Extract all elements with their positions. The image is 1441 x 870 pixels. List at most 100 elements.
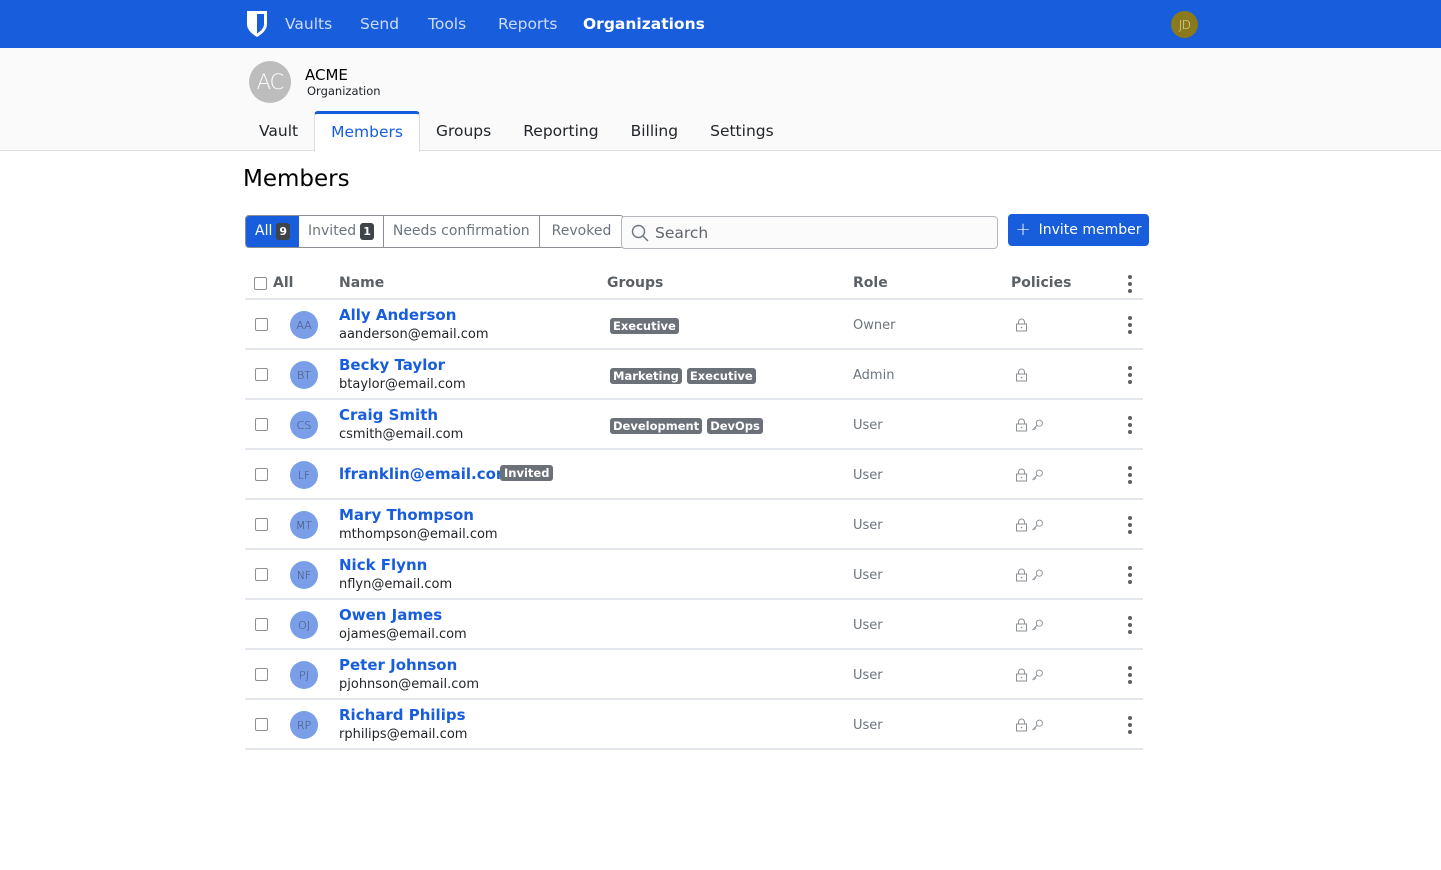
avatar-initials: OJ (298, 618, 310, 632)
member-avatar: AA (290, 311, 318, 339)
count-badge: 9 (276, 223, 291, 240)
org-header: AC ACME Organization Vault Members Group… (0, 48, 1441, 152)
nav-vaults[interactable]: Vaults (285, 15, 332, 33)
avatar-initials: BT (297, 368, 311, 382)
invite-member-label: Invite member (1038, 222, 1142, 238)
table-row: OJ Owen James ojames@email.com User (245, 600, 1143, 650)
status-filter: All 9 Invited 1 Needs confirmation Revok… (245, 215, 625, 248)
member-avatar: LF (290, 461, 318, 489)
lock-icon (1016, 368, 1027, 382)
org-avatar: AC (249, 61, 291, 103)
key-icon (1032, 669, 1043, 681)
row-actions-menu-icon[interactable] (1125, 463, 1135, 487)
row-actions-menu-icon[interactable] (1125, 713, 1135, 737)
member-name-link[interactable]: Nick Flynn (339, 556, 427, 574)
header-name[interactable]: Name (339, 275, 384, 291)
avatar-initials: MT (295, 518, 313, 532)
row-actions-menu-icon[interactable] (1125, 513, 1135, 537)
row-checkbox[interactable] (255, 468, 268, 481)
tab-reporting[interactable]: Reporting (507, 111, 614, 151)
key-icon (1032, 469, 1043, 481)
member-name-link[interactable]: Richard Philips (339, 706, 466, 724)
member-name-link[interactable]: Becky Taylor (339, 356, 445, 374)
filter-invited[interactable]: Invited 1 (299, 216, 384, 247)
member-email: btaylor@email.com (339, 377, 466, 392)
invite-member-button[interactable]: + Invite member (1008, 214, 1149, 246)
lock-icon (1016, 568, 1027, 582)
nav-organizations[interactable]: Organizations (583, 15, 705, 33)
member-email: rphilips@email.com (339, 727, 468, 742)
row-checkbox[interactable] (255, 718, 268, 731)
filter-all[interactable]: All 9 (246, 216, 300, 247)
tab-vault[interactable]: Vault (243, 111, 314, 151)
invited-badge: Invited (500, 465, 554, 481)
row-actions-menu-icon[interactable] (1125, 563, 1135, 587)
members-table: All Name Groups Role Policies AA Ally An… (245, 266, 1143, 750)
filter-needs-confirmation[interactable]: Needs confirmation (383, 216, 540, 247)
row-actions-menu-icon[interactable] (1125, 363, 1135, 387)
header-policies: Policies (1011, 275, 1072, 291)
tab-billing[interactable]: Billing (615, 111, 695, 151)
row-checkbox[interactable] (255, 618, 268, 631)
tab-groups[interactable]: Groups (420, 111, 507, 151)
key-icon (1032, 519, 1043, 531)
filter-revoked[interactable]: Revoked (539, 216, 624, 247)
member-email: aanderson@email.com (339, 327, 489, 342)
search-field (621, 216, 998, 249)
key-icon (1032, 419, 1043, 431)
member-groups: Executive (610, 318, 679, 334)
row-checkbox[interactable] (255, 368, 268, 381)
row-actions-menu-icon[interactable] (1125, 413, 1135, 437)
row-checkbox[interactable] (255, 518, 268, 531)
row-checkbox[interactable] (255, 668, 268, 681)
row-actions-menu-icon[interactable] (1125, 613, 1135, 637)
search-input[interactable] (655, 217, 985, 248)
key-icon (1032, 569, 1043, 581)
shield-logo-icon[interactable] (245, 10, 269, 38)
user-avatar[interactable]: JD (1171, 11, 1198, 38)
member-policies (1015, 418, 1044, 432)
nav-send[interactable]: Send (360, 15, 399, 33)
member-groups: Marketing Executive (610, 368, 756, 384)
select-all-checkbox[interactable] (254, 277, 267, 290)
member-name-link[interactable]: lfranklin@email.com (339, 465, 512, 483)
member-policies (1015, 468, 1044, 482)
avatar-initials: AA (296, 318, 312, 332)
tab-members[interactable]: Members (314, 111, 420, 152)
bulk-actions-menu-icon[interactable] (1125, 272, 1135, 296)
member-policies (1015, 518, 1044, 532)
count-badge: 1 (360, 223, 374, 240)
org-type: Organization (307, 84, 381, 98)
nav-tools[interactable]: Tools (428, 15, 466, 33)
member-avatar: CS (290, 411, 318, 439)
table-row: NF Nick Flynn nflyn@email.com User (245, 550, 1143, 600)
member-email: mthompson@email.com (339, 527, 498, 542)
row-checkbox[interactable] (255, 318, 268, 331)
member-email: ojames@email.com (339, 627, 467, 642)
table-row: BT Becky Taylor btaylor@email.com Market… (245, 350, 1143, 400)
member-policies (1015, 568, 1044, 582)
member-email: csmith@email.com (339, 427, 464, 442)
nav-reports[interactable]: Reports (498, 15, 557, 33)
member-avatar: OJ (290, 611, 318, 639)
lock-icon (1016, 518, 1027, 532)
row-actions-menu-icon[interactable] (1125, 313, 1135, 337)
table-row: MT Mary Thompson mthompson@email.com Use… (245, 500, 1143, 550)
member-name-link[interactable]: Peter Johnson (339, 656, 457, 674)
row-checkbox[interactable] (255, 418, 268, 431)
org-name: ACME (305, 66, 348, 84)
member-role: User (853, 718, 883, 733)
member-name-link[interactable]: Owen James (339, 606, 442, 624)
member-name-link[interactable]: Ally Anderson (339, 306, 456, 324)
member-name-link[interactable]: Craig Smith (339, 406, 438, 424)
row-actions-menu-icon[interactable] (1125, 663, 1135, 687)
member-role: User (853, 668, 883, 683)
avatar-initials: RP (296, 718, 312, 732)
member-name-link[interactable]: Mary Thompson (339, 506, 474, 524)
member-role: User (853, 518, 883, 533)
member-avatar: RP (290, 711, 318, 739)
member-groups: Development DevOps (610, 418, 763, 434)
avatar-initials: NF (296, 568, 312, 582)
tab-settings[interactable]: Settings (694, 111, 790, 151)
row-checkbox[interactable] (255, 568, 268, 581)
